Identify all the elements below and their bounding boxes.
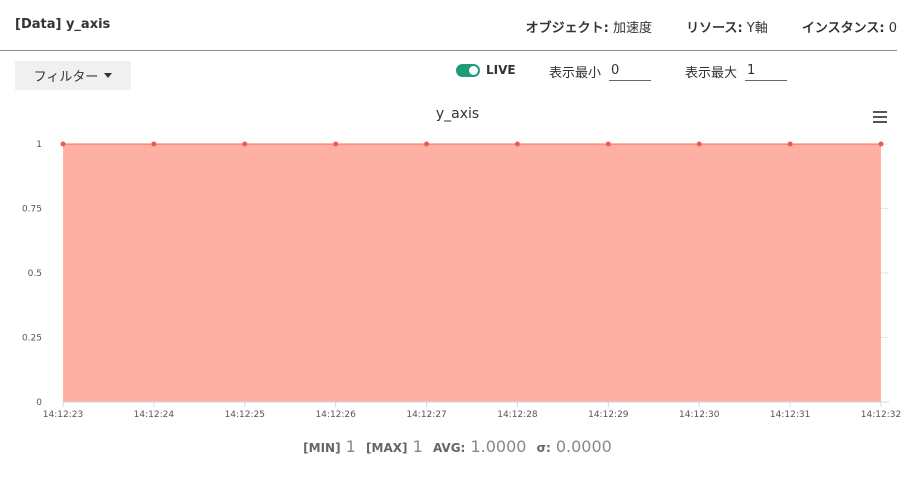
- stat-min-value: 1: [345, 437, 356, 456]
- y-tick-label: 0.75: [22, 205, 42, 215]
- series-area: [63, 144, 881, 402]
- data-point: [787, 141, 793, 147]
- stats-bar: [MIN] 1 [MAX] 1 AVG: 1.0000 σ: 0.0000: [0, 437, 915, 456]
- data-point: [514, 141, 520, 147]
- x-tick-label: 14:12:23: [43, 410, 83, 420]
- data-point: [242, 141, 248, 147]
- stat-max-label: [MAX]: [366, 441, 408, 455]
- data-point: [696, 141, 702, 147]
- data-point: [424, 141, 430, 147]
- data-point: [605, 141, 611, 147]
- stat-avg-label: AVG:: [432, 441, 466, 455]
- data-point: [151, 141, 157, 147]
- data-point: [60, 141, 66, 147]
- x-tick-label: 14:12:28: [497, 410, 538, 420]
- x-tick-label: 14:12:27: [406, 410, 446, 420]
- stat-min-label: [MIN]: [303, 441, 341, 455]
- stat-sigma-value: 0.0000: [555, 437, 612, 456]
- stat-max-value: 1: [412, 437, 423, 456]
- area-chart: 0 0.25 0.5 0.75 1 14:12:23 14:12:24 14:12:25 14:…: [22, 140, 901, 420]
- stat-avg-value: 1.0000: [470, 437, 527, 456]
- x-tick-label: 14:12:32: [861, 410, 901, 420]
- y-tick-label: 0: [36, 398, 42, 408]
- x-tick-label: 14:12:31: [770, 410, 810, 420]
- x-tick-label: 14:12:24: [134, 410, 175, 420]
- data-point: [878, 141, 884, 147]
- x-tick-label: 14:12:25: [225, 410, 265, 420]
- y-tick-label: 1: [36, 140, 42, 150]
- x-tick-label: 14:12:26: [315, 410, 356, 420]
- y-tick-label: 0.5: [28, 269, 42, 279]
- x-tick-label: 14:12:29: [588, 410, 629, 420]
- data-point: [333, 141, 339, 147]
- stat-sigma-label: σ:: [536, 441, 551, 455]
- x-tick-label: 14:12:30: [679, 410, 720, 420]
- y-tick-label: 0.25: [22, 334, 42, 344]
